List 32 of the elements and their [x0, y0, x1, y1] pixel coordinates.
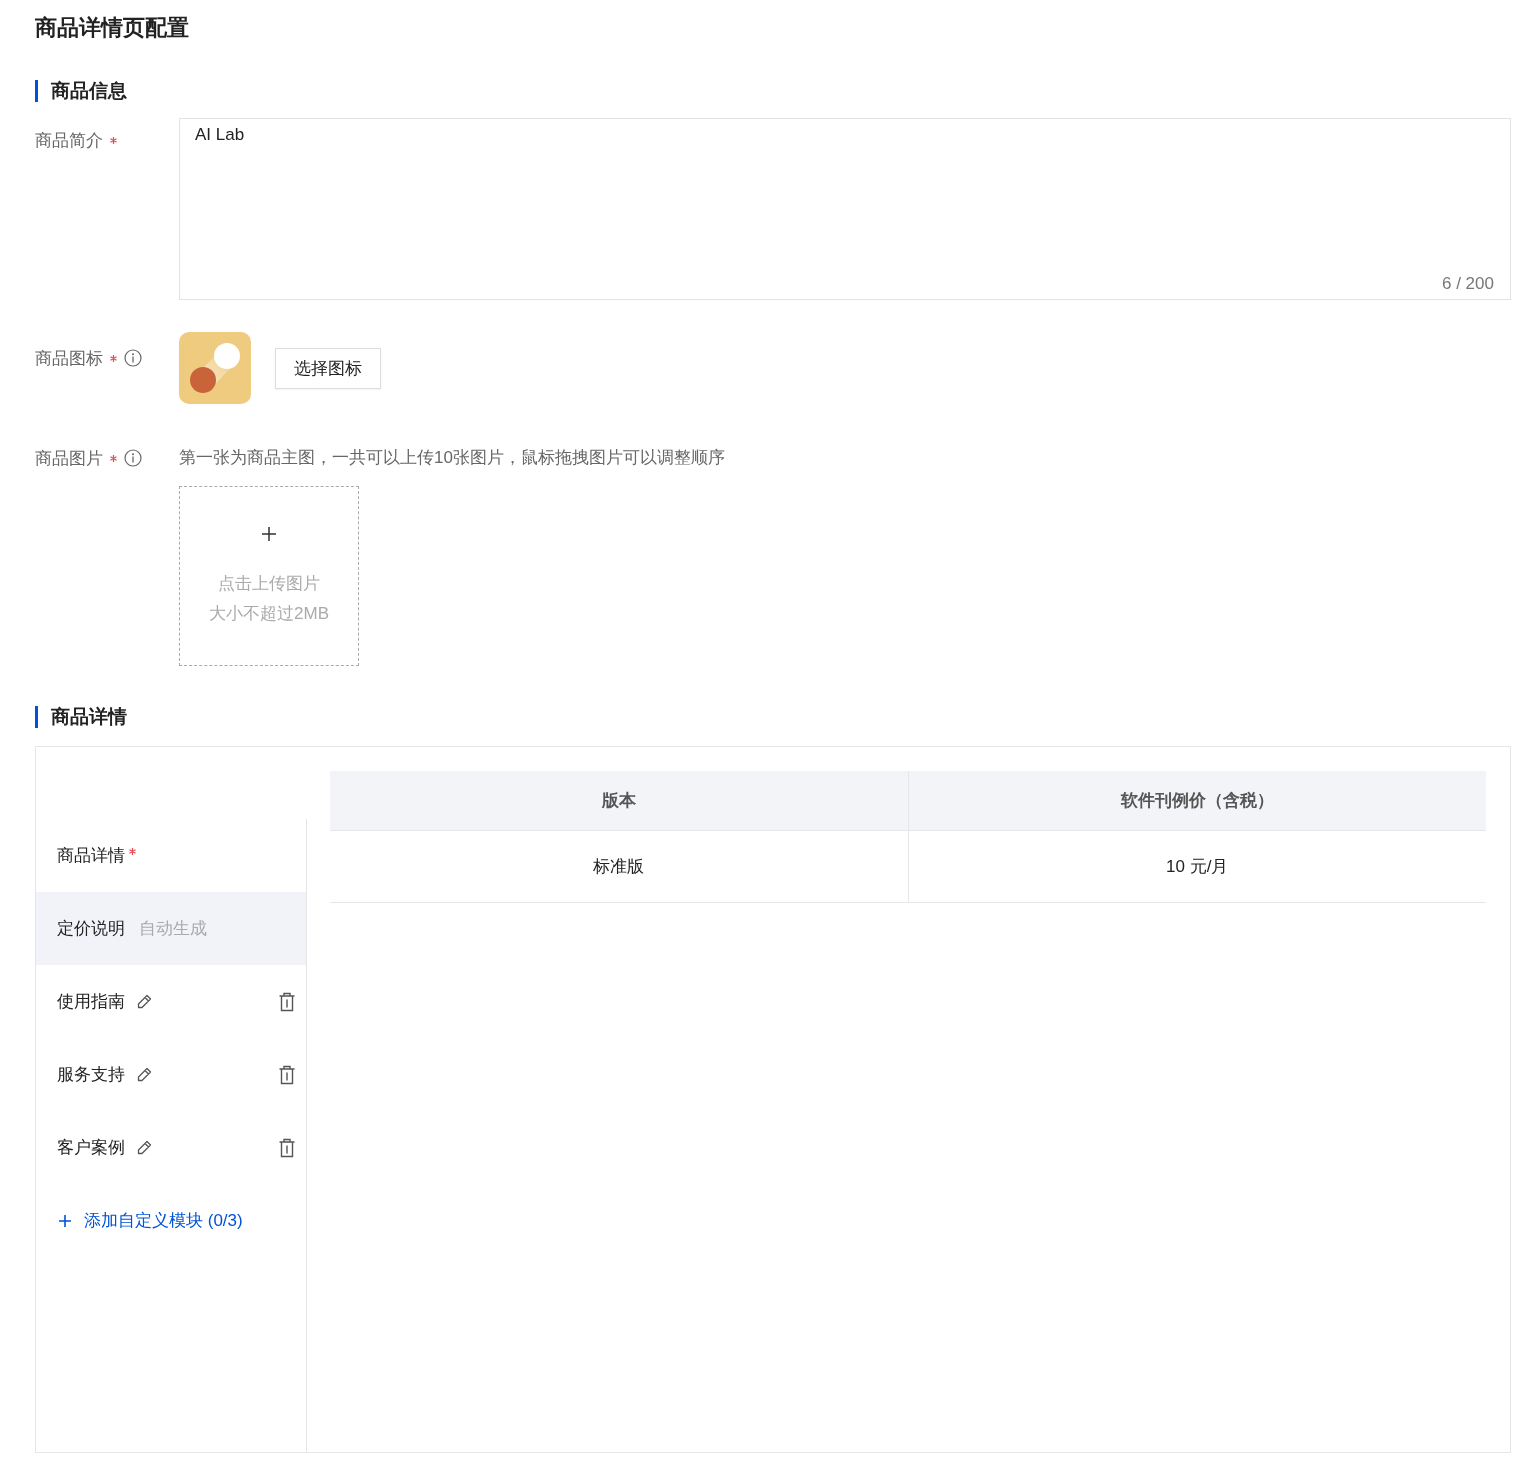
- column-header: 版本: [330, 771, 908, 831]
- field-label: 商品简介: [35, 129, 103, 152]
- field-label: 商品图片: [35, 447, 103, 470]
- plus-icon: [58, 1213, 72, 1228]
- plus-icon: [261, 526, 277, 542]
- column-header: 软件刊例价（含税）: [908, 771, 1486, 831]
- delete-icon: [278, 1137, 296, 1158]
- character-counter: 6 / 200: [1442, 274, 1494, 294]
- page-title: 商品详情页配置: [35, 14, 190, 42]
- delete-icon: [278, 1064, 296, 1085]
- auto-generated-note: 自动生成: [139, 918, 207, 940]
- section-heading: 商品信息: [35, 80, 1511, 102]
- add-custom-module-link[interactable]: 添加自定义模块 (0/3): [36, 1184, 306, 1257]
- module-item[interactable]: 使用指南: [36, 965, 306, 1038]
- edit-icon: [135, 1138, 153, 1157]
- module-item[interactable]: 商品详情: [36, 771, 306, 892]
- edit-icon: [135, 1065, 153, 1084]
- choose-icon-button[interactable]: 选择图标: [275, 347, 381, 389]
- table-cell: 标准版: [330, 830, 908, 903]
- section-heading: 商品详情: [35, 706, 1511, 728]
- upload-text: 大小不超过2MB: [209, 603, 329, 625]
- module-item[interactable]: 客户案例: [36, 1111, 306, 1184]
- module-item[interactable]: 服务支持: [36, 1038, 306, 1111]
- module-item[interactable]: 定价说明 自动生成: [36, 892, 306, 965]
- description-textarea[interactable]: AI Lab 6 / 200: [179, 118, 1511, 300]
- app-logo-icon: [179, 332, 251, 404]
- table-cell: 10 元/月: [908, 830, 1486, 903]
- edit-icon: [135, 992, 153, 1011]
- delete-icon: [278, 991, 296, 1012]
- field-label: 商品图标: [35, 347, 103, 370]
- upload-hint: 第一张为商品主图，一共可以上传10张图片，鼠标拖拽图片可以调整顺序: [179, 447, 726, 469]
- upload-text: 点击上传图片: [218, 573, 320, 595]
